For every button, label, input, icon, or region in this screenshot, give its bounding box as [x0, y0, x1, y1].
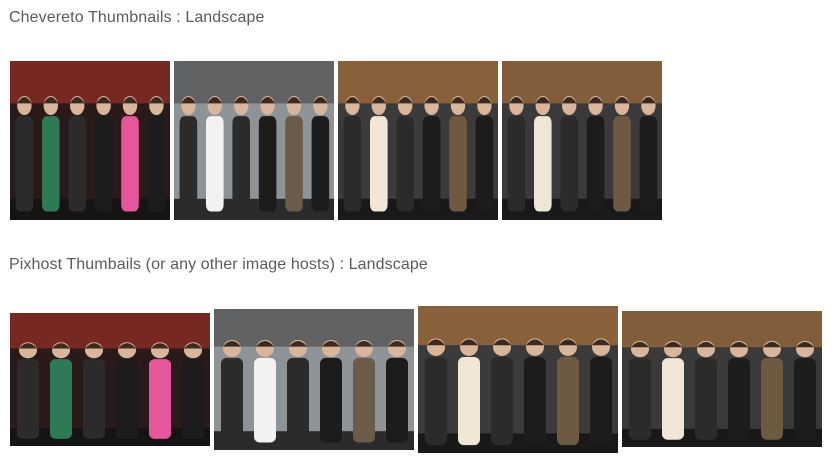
section-title: Pixhost Thumbails (or any other image ho…	[9, 256, 428, 273]
thumbnail-photo	[10, 313, 210, 446]
section-title: Chevereto Thumbnails : Landscape	[9, 9, 265, 26]
thumbnail-image[interactable]	[418, 306, 618, 453]
thumbnail-image[interactable]	[10, 313, 210, 446]
thumbnail-image[interactable]	[10, 61, 170, 220]
thumbnail-photo	[174, 61, 334, 220]
thumbnail-image[interactable]	[338, 61, 498, 220]
thumbnail-image[interactable]	[502, 61, 662, 220]
thumbnail-photo	[622, 311, 822, 447]
thumbnail-photo	[338, 61, 498, 220]
thumbnail-photo	[10, 61, 170, 220]
thumbnail-image[interactable]	[214, 309, 414, 450]
thumbnail-photo	[502, 61, 662, 220]
thumbnail-photo	[214, 309, 414, 450]
thumbnail-image[interactable]	[622, 311, 822, 447]
thumbnail-image[interactable]	[174, 61, 334, 220]
thumbnail-photo	[418, 306, 618, 453]
